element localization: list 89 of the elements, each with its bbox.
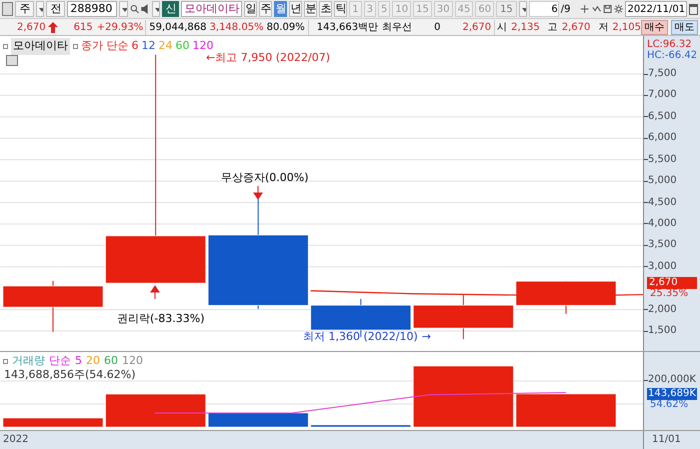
- down-arrow-icon: [253, 186, 263, 200]
- buy-button[interactable]: 매수: [641, 20, 668, 34]
- up-arrow-icon: [150, 285, 160, 299]
- volume-ma-label: 단순: [49, 353, 71, 369]
- ma-period-label: 60: [176, 38, 190, 54]
- low-label: 저: [597, 20, 608, 34]
- period-tab[interactable]: 월: [274, 1, 288, 17]
- new-button[interactable]: 신: [162, 1, 180, 17]
- ma-period-label: 5: [75, 353, 82, 369]
- current-volume-text: 143,688,856주(54.62%): [4, 367, 136, 383]
- low-annotation: 최저 1,360 (2022/10): [303, 329, 418, 345]
- unit-tab[interactable]: 틱: [334, 1, 348, 17]
- all-button[interactable]: 전: [46, 1, 66, 17]
- y-axis-label: 3,000: [648, 260, 677, 273]
- volume-rate-text: 3,148.05%: [208, 20, 264, 34]
- unit-tab[interactable]: 초: [319, 1, 332, 17]
- volume-text: 59,044,868: [148, 20, 207, 34]
- volume-tag: 143,689K: [647, 388, 697, 400]
- x-axis-label: 11/01: [643, 431, 700, 449]
- y-axis-label: 4,000: [648, 218, 677, 230]
- period-tab[interactable]: 년: [289, 1, 302, 17]
- dropdown-caret-icon[interactable]: [36, 1, 44, 17]
- speaker-icon[interactable]: [140, 3, 150, 15]
- volume-rate-label: 54.62%: [650, 399, 688, 411]
- interval-select[interactable]: 15: [496, 1, 517, 17]
- unit-tab[interactable]: 분: [304, 1, 318, 17]
- ma-period-label: 24: [158, 38, 172, 54]
- open-label: 시: [496, 20, 508, 34]
- period-tab[interactable]: 일: [244, 1, 258, 17]
- stock-name-field[interactable]: 모아데이타: [181, 1, 242, 17]
- bonus-issue-annotation: 무상증자(0.00%): [221, 170, 309, 186]
- date-field[interactable]: 2022/11/01: [625, 1, 688, 17]
- page-field[interactable]: 6: [528, 1, 559, 17]
- y-axis-label: 6,000: [648, 132, 677, 144]
- best-value: 0: [433, 20, 440, 34]
- y-axis-label: 7,500: [648, 68, 677, 80]
- ma-period-label: 20: [86, 353, 100, 369]
- ma-label: 종가 단순: [81, 38, 128, 54]
- lc-label: LC:96.32: [647, 38, 692, 50]
- y-axis-label: 4,500: [648, 196, 677, 209]
- x-axis-label: 2022: [2, 433, 30, 447]
- best-label: 최우선: [381, 20, 412, 34]
- stock-name-tag: 모아데이타: [11, 38, 70, 54]
- dropdown-caret-icon[interactable]: [119, 1, 128, 17]
- settings-icon[interactable]: [614, 3, 624, 15]
- price-text: 2,670: [17, 20, 46, 34]
- page-total-label: /9: [560, 2, 570, 16]
- y-axis-label: 3,500: [648, 239, 677, 252]
- ma-period-label: 120: [122, 353, 143, 369]
- y-axis-label: 1,500: [648, 325, 677, 338]
- grid-icon[interactable]: [6, 55, 18, 66]
- dropdown-caret-icon[interactable]: [152, 1, 160, 17]
- price-rate-label: 25.35%: [650, 288, 688, 300]
- ma-period-label: 60: [104, 353, 118, 369]
- y-axis-label: 2,000: [648, 304, 677, 316]
- high-price: 2,670: [560, 20, 590, 34]
- y-axis-label: 5,500: [648, 154, 677, 166]
- right-arrow-icon: →: [422, 329, 431, 346]
- up-arrow-icon: [48, 22, 58, 32]
- hc-label: HC:-66.42: [647, 49, 698, 63]
- high-annotation: ←최고 7,950 (2022/07): [206, 50, 330, 66]
- low-price: 2,105: [611, 20, 642, 34]
- rights-annotation: 권리락(-83.33%): [117, 311, 204, 327]
- save-icon[interactable]: [602, 3, 612, 15]
- panel-icon[interactable]: [2, 2, 14, 16]
- price-tag: 2,670: [647, 277, 697, 289]
- change-rate-text: +29.93%: [96, 20, 144, 34]
- y-axis-label: 7,000: [648, 89, 677, 102]
- dropdown-caret-icon[interactable]: [518, 1, 527, 17]
- y-axis-label: 6,500: [648, 110, 677, 123]
- market-select[interactable]: 주: [15, 1, 34, 17]
- turnover-text: 80.09%: [264, 20, 309, 34]
- change-text: 615: [74, 20, 93, 34]
- volume-label: 거래량: [12, 353, 45, 369]
- ma-period-label: 120: [192, 38, 214, 52]
- amount-text: 143,663백만: [316, 20, 378, 34]
- crosshair-icon[interactable]: [580, 3, 590, 15]
- best-price: 2,670: [440, 20, 496, 34]
- open-price: 2,135: [510, 20, 540, 34]
- y-axis-label: 200,000K: [648, 374, 696, 386]
- code-field[interactable]: 288980: [67, 1, 118, 17]
- ma-period-label: 6: [132, 38, 138, 54]
- period-tab[interactable]: 주: [259, 1, 272, 17]
- ma-period-label: 12: [142, 38, 156, 54]
- search-icon[interactable]: [130, 3, 139, 15]
- y-axis-label: 5,000: [648, 175, 677, 188]
- calendar-icon[interactable]: [689, 4, 698, 14]
- high-label: 고: [546, 20, 558, 34]
- sell-button[interactable]: 매도: [671, 20, 698, 34]
